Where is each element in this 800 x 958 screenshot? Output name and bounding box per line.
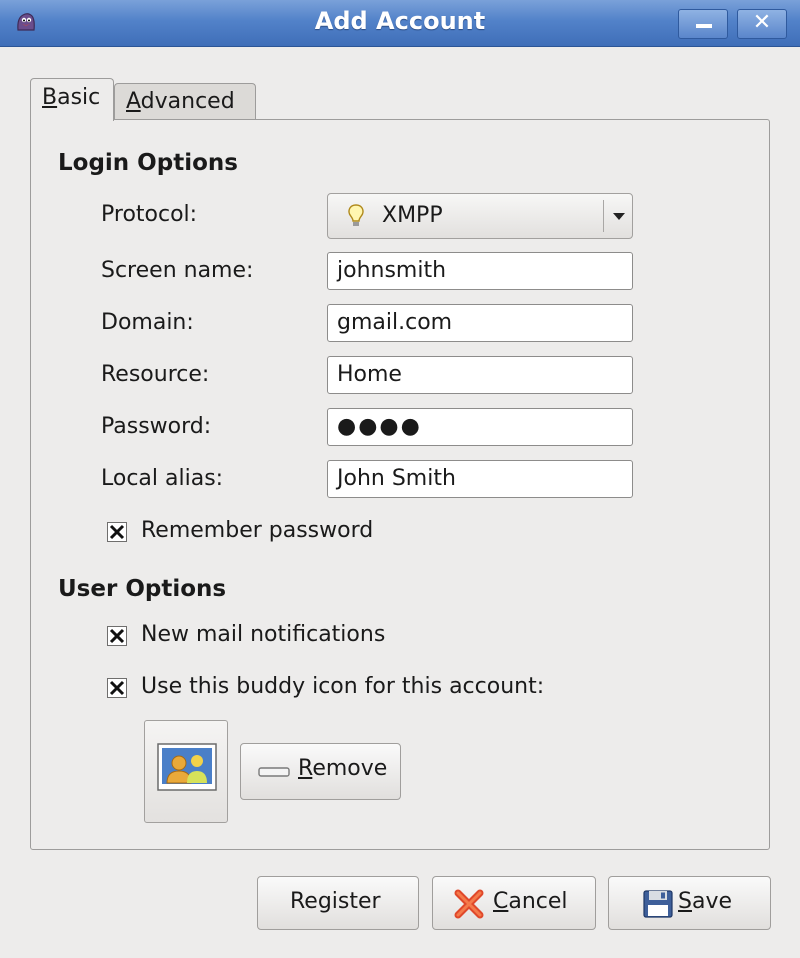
save-button[interactable]: Save [608,876,771,930]
tab-basic[interactable]: Basic [30,78,114,121]
add-account-window: Add Account ✕ Advanced Basic Login Optio… [0,0,800,958]
chevron-down-icon[interactable] [613,213,625,220]
protocol-label: Protocol: [101,202,198,227]
buddy-icon-button[interactable] [144,720,228,823]
checkmark-x-icon [109,680,125,696]
buddy-icon-checkbox[interactable] [107,678,127,698]
login-options-heading: Login Options [58,150,238,176]
cancel-mnemonic: C [493,889,509,914]
close-button[interactable]: ✕ [737,9,787,39]
resource-label: Resource: [101,362,210,387]
protocol-value: XMPP [382,203,443,228]
register-button[interactable]: Register [257,876,419,930]
user-options-heading: User Options [58,576,227,602]
register-label: Register [290,889,381,914]
domain-input[interactable]: gmail.com [327,304,633,342]
new-mail-checkbox[interactable] [107,626,127,646]
tab-advanced-mnemonic: A [126,89,141,114]
buddy-icon-label[interactable]: Use this buddy icon for this account: [141,674,544,699]
checkmark-x-icon [109,524,125,540]
dropdown-separator [603,200,604,232]
remove-label: emove [312,756,388,781]
tab-advanced[interactable]: Advanced [114,83,256,120]
password-input[interactable]: ●●●● [327,408,633,446]
minimize-button[interactable] [678,9,728,39]
remove-button[interactable]: Remove [240,743,401,800]
domain-label: Domain: [101,310,194,335]
local-alias-input[interactable]: John Smith [327,460,633,498]
lightbulb-icon [348,204,364,226]
protocol-dropdown[interactable]: XMPP [327,193,633,239]
new-mail-label[interactable]: New mail notifications [141,622,385,647]
checkmark-x-icon [109,628,125,644]
close-icon: ✕ [752,10,772,35]
tab-basic-mnemonic: B [42,85,58,110]
password-label: Password: [101,414,212,439]
red-x-icon [454,889,484,919]
save-mnemonic: S [678,889,692,914]
buddy-picture-icon [157,743,217,791]
title-bar[interactable]: Add Account ✕ [0,0,800,47]
screen-name-label: Screen name: [101,258,254,283]
cancel-label: ancel [508,889,568,914]
screen-name-input[interactable]: johnsmith [327,252,633,290]
tab-advanced-label: dvanced [140,89,235,114]
save-label: ave [691,889,733,914]
remember-password-label[interactable]: Remember password [141,518,373,543]
remember-password-checkbox[interactable] [107,522,127,542]
resource-input[interactable]: Home [327,356,633,394]
local-alias-label: Local alias: [101,466,224,491]
cancel-button[interactable]: Cancel [432,876,596,930]
remove-mnemonic: R [298,756,313,781]
minus-icon [258,767,290,777]
tab-basic-label: asic [57,85,101,110]
minimize-icon [696,24,712,28]
floppy-disk-icon [643,890,673,918]
